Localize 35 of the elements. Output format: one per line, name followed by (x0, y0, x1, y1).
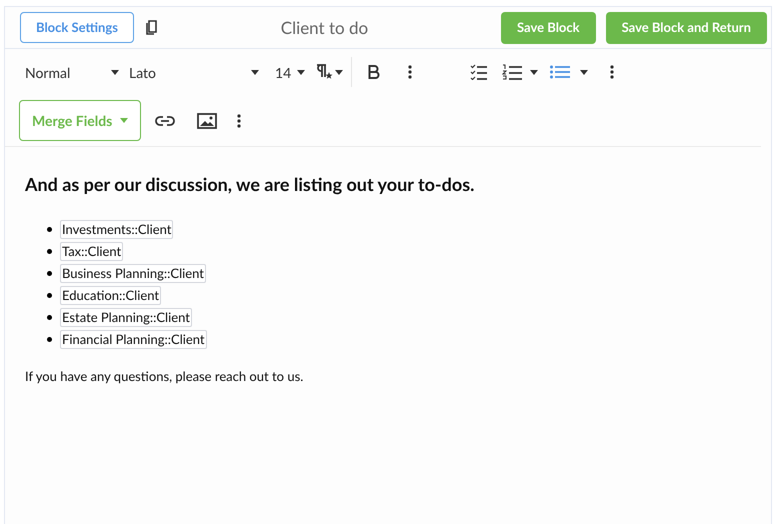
caret-icon (120, 118, 128, 123)
closing-text: If you have any questions, please reach out to us. (25, 367, 304, 386)
bullet-icon (47, 249, 52, 254)
image-icon[interactable] (197, 112, 218, 128)
content-heading: And as per our discussion, we are listing out your to-dos. (25, 172, 476, 197)
caret-icon (335, 70, 344, 74)
checklist-icon[interactable] (470, 64, 488, 80)
numbered-list-icon[interactable] (502, 64, 522, 80)
merge-field-chip[interactable]: Investments::Client (60, 220, 174, 239)
bullet-icon (47, 271, 52, 276)
bulleted-list-icon[interactable] (550, 65, 570, 79)
link-icon[interactable] (155, 116, 176, 126)
merge-field-chip[interactable]: Education::Client (60, 286, 162, 305)
caret-icon (111, 70, 119, 74)
more-icon[interactable] (610, 65, 614, 79)
bullet-icon (47, 227, 52, 232)
caret-icon (251, 70, 259, 74)
bold-icon[interactable] (368, 65, 380, 79)
block-title: Client to do (280, 16, 368, 40)
size-dropdown[interactable]: 14 (275, 62, 306, 82)
bullet-icon (47, 293, 52, 298)
copy-icon[interactable] (146, 20, 158, 35)
merge-field-chip[interactable]: Financial Planning::Client (60, 330, 207, 349)
merge-field-chip[interactable]: Tax::Client (60, 242, 124, 261)
more-icon[interactable] (237, 114, 242, 128)
more-icon[interactable] (408, 65, 412, 79)
caret-icon (297, 70, 306, 74)
merge-field-chip[interactable]: Estate Planning::Client (60, 308, 192, 327)
font-dropdown[interactable]: Lato (129, 62, 259, 82)
bullet-icon (47, 337, 52, 342)
caret-icon (580, 70, 588, 74)
bullet-icon (47, 315, 52, 320)
caret-icon (530, 70, 538, 74)
style-dropdown[interactable]: Normal (25, 62, 119, 82)
merge-field-chip[interactable]: Business Planning::Client (60, 264, 206, 283)
